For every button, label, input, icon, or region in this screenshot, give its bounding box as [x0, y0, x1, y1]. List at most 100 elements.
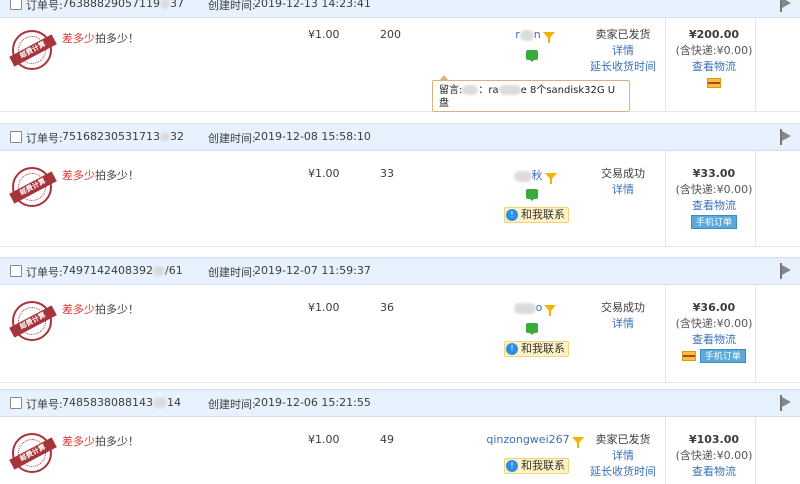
message-icon[interactable]	[526, 323, 538, 335]
contact-me-button[interactable]: ! 和我联系	[504, 341, 569, 357]
unit-price: ¥1.00	[308, 167, 340, 180]
contact-me-button[interactable]: ! 和我联系	[504, 458, 569, 474]
status-cell: 卖家已发货 详情 延长收货时间	[588, 432, 658, 480]
buyer-cell: qinzongwei267	[470, 433, 600, 448]
created-time: 2019-12-07 11:59:37	[254, 264, 371, 277]
status-cell: 卖家已发货 详情 延长收货时间	[588, 27, 658, 75]
buyer-name[interactable]: qinzongwei267	[486, 433, 569, 446]
flag-icon[interactable]	[780, 263, 792, 279]
details-link[interactable]: 详情	[588, 182, 658, 198]
order-status: 卖家已发货	[595, 433, 651, 446]
order-checkbox[interactable]	[10, 0, 22, 10]
product-seal-image: 邮费计算	[9, 30, 57, 70]
amount-cell: ¥200.00 (含快递:¥0.00) 查看物流	[668, 27, 760, 91]
buyer-cell: 秋	[470, 167, 600, 184]
quantity: 36	[380, 301, 394, 314]
filter-icon[interactable]	[544, 172, 557, 184]
order-body: 邮费计算 差多少拍多少！ ¥1.00 49 qinzongwei267 ! 和我联…	[0, 417, 800, 484]
order-status: 卖家已发货	[595, 28, 651, 41]
order-status: 交易成功	[601, 301, 645, 314]
created-label: 创建时间:	[208, 132, 256, 145]
shipping-fee: (含快递:¥0.00)	[675, 317, 753, 330]
order-body: 邮费计算 差多少拍多少！ ¥1.00 200 rn 卖家已发货 详情 延长收货时…	[0, 18, 800, 112]
product-title[interactable]: 差多少拍多少！	[62, 433, 139, 449]
filter-icon[interactable]	[571, 436, 584, 448]
order-number: 7497142408392/61	[62, 264, 183, 277]
product-seal-image: 邮费计算	[9, 433, 57, 473]
order-no-label: 订单号:	[26, 266, 63, 279]
order-checkbox[interactable]	[10, 131, 22, 143]
order-status: 交易成功	[601, 167, 645, 180]
quantity: 33	[380, 167, 394, 180]
created-time: 2019-12-08 15:58:10	[254, 130, 371, 143]
buyer-cell: rn	[470, 28, 600, 43]
amount-cell: ¥36.00 (含快递:¥0.00) 查看物流 手机订单	[668, 300, 760, 364]
order-no-label: 订单号:	[26, 398, 63, 411]
extend-receipt-link[interactable]: 延长收货时间	[588, 464, 658, 480]
order-header: 订单号: 7497142408392/61 创建时间: 2019-12-07 1…	[0, 257, 800, 285]
shipping-fee: (含快递:¥0.00)	[675, 183, 753, 196]
details-link[interactable]: 详情	[588, 316, 658, 332]
product-title[interactable]: 差多少拍多少！	[62, 30, 139, 46]
status-cell: 交易成功 详情	[588, 300, 658, 332]
created-time: 2019-12-06 15:21:55	[254, 396, 371, 409]
order-number: 7485838088143 14	[62, 396, 181, 409]
view-logistics-link[interactable]: 查看物流	[668, 198, 760, 214]
order-total: ¥33.00	[692, 167, 736, 180]
extend-receipt-link[interactable]: 延长收货时间	[588, 59, 658, 75]
order-header: 订单号: 75168230531713 32 创建时间: 2019-12-08 1…	[0, 123, 800, 151]
view-logistics-link[interactable]: 查看物流	[668, 464, 760, 480]
quantity: 49	[380, 433, 394, 446]
unit-price: ¥1.00	[308, 301, 340, 314]
buyer-message-tooltip: 留言: ：ra e 8个sandisk32G U 盘	[432, 75, 630, 112]
flag-icon[interactable]	[780, 395, 792, 411]
buyer-name[interactable]: 秋	[513, 169, 543, 182]
card-icon	[682, 351, 697, 361]
order-checkbox[interactable]	[10, 265, 22, 277]
order-no-label: 订单号:	[26, 132, 63, 145]
flag-icon[interactable]	[780, 0, 792, 12]
buyer-name[interactable]: o	[513, 301, 542, 314]
filter-icon[interactable]	[542, 31, 555, 43]
order-header: 订单号: 76388829057119 37 创建时间: 2019-12-13 1…	[0, 0, 800, 18]
unit-price: ¥1.00	[308, 28, 340, 41]
view-logistics-link[interactable]: 查看物流	[668, 59, 760, 75]
mobile-order-badge: 手机订单	[690, 215, 737, 229]
product-title[interactable]: 差多少拍多少！	[62, 167, 139, 183]
created-label: 创建时间:	[208, 398, 256, 411]
order-no-label: 订单号:	[26, 0, 63, 12]
quantity: 200	[380, 28, 401, 41]
created-label: 创建时间:	[208, 266, 256, 279]
order-body: 邮费计算 差多少拍多少！ ¥1.00 33 秋 ! 和我联系 交易成功 详情 ¥3…	[0, 151, 800, 247]
flag-icon[interactable]	[780, 129, 792, 145]
details-link[interactable]: 详情	[588, 448, 658, 464]
amount-cell: ¥103.00 (含快递:¥0.00) 查看物流	[668, 432, 760, 480]
shipping-fee: (含快递:¥0.00)	[675, 449, 753, 462]
status-cell: 交易成功 详情	[588, 166, 658, 198]
message-icon[interactable]	[526, 189, 538, 201]
buyer-cell: o	[470, 301, 600, 316]
buyer-name[interactable]: rn	[515, 28, 541, 41]
product-seal-image: 邮费计算	[9, 301, 57, 341]
order-number: 75168230531713 32	[62, 130, 184, 143]
created-time: 2019-12-13 14:23:41	[254, 0, 371, 10]
amount-cell: ¥33.00 (含快递:¥0.00) 查看物流 手机订单	[668, 166, 760, 230]
details-link[interactable]: 详情	[588, 43, 658, 59]
order-body: 邮费计算 差多少拍多少！ ¥1.00 36 o ! 和我联系 交易成功 详情 ¥3…	[0, 285, 800, 383]
view-logistics-link[interactable]: 查看物流	[668, 332, 760, 348]
unit-price: ¥1.00	[308, 433, 340, 446]
product-title[interactable]: 差多少拍多少！	[62, 301, 139, 317]
order-number: 76388829057119 37	[62, 0, 184, 10]
mobile-order-badge: 手机订单	[699, 349, 746, 363]
contact-me-button[interactable]: ! 和我联系	[504, 207, 569, 223]
message-icon[interactable]	[526, 50, 538, 62]
created-label: 创建时间:	[208, 0, 256, 12]
order-checkbox[interactable]	[10, 397, 22, 409]
product-seal-image: 邮费计算	[9, 167, 57, 207]
order-total: ¥36.00	[692, 301, 736, 314]
order-total: ¥200.00	[688, 28, 740, 41]
order-total: ¥103.00	[688, 433, 740, 446]
filter-icon[interactable]	[544, 304, 557, 316]
order-header: 订单号: 7485838088143 14 创建时间: 2019-12-06 15…	[0, 389, 800, 417]
card-icon	[707, 78, 721, 88]
